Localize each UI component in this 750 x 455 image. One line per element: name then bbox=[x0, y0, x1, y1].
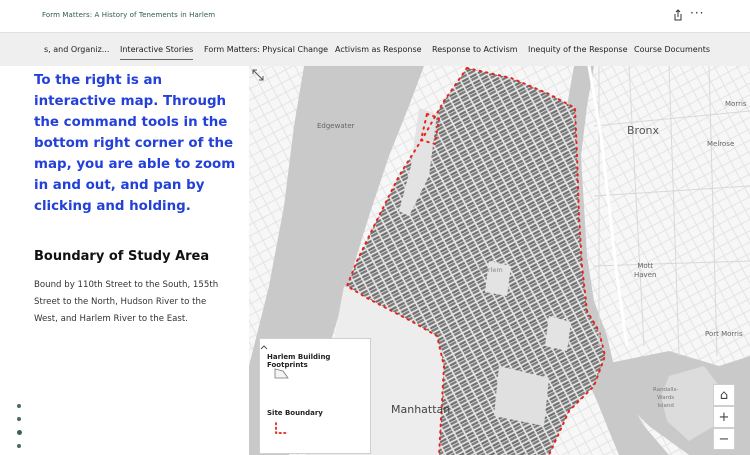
zoom-out-button[interactable]: − bbox=[713, 428, 735, 450]
chevron-up-icon[interactable] bbox=[260, 344, 268, 350]
map-legend: Harlem Building Footprints Site Boundary bbox=[259, 338, 371, 454]
nav-item-activism-as-response[interactable]: Activism as Response bbox=[335, 45, 422, 54]
progress-dot-active[interactable] bbox=[17, 430, 22, 435]
nav-item-course-documents[interactable]: Course Documents bbox=[634, 45, 710, 54]
narrative-panel: To the right is an interactive map. Thro… bbox=[0, 66, 249, 455]
section-heading: Boundary of Study Area bbox=[34, 249, 210, 264]
legend-layer-footprints: Harlem Building Footprints bbox=[267, 353, 331, 369]
nav-item-organizing[interactable]: s, and Organiz... bbox=[44, 45, 109, 54]
zoom-in-button[interactable]: + bbox=[713, 406, 735, 428]
map-label-manhattan: Manhattan bbox=[391, 403, 451, 416]
map-label-randalls-island: Randalls- Wards Island bbox=[653, 387, 679, 409]
map-label-mott-haven: Mott Haven bbox=[634, 262, 657, 279]
boundary-swatch-icon bbox=[275, 422, 287, 434]
story-title[interactable]: Form Matters: A History of Tenements in … bbox=[42, 11, 215, 19]
progress-dot[interactable] bbox=[17, 417, 21, 421]
progress-dots bbox=[17, 404, 22, 455]
fullscreen-icon[interactable] bbox=[249, 66, 267, 84]
nav-item-inequity-of-response[interactable]: Inequity of the Response bbox=[528, 45, 627, 54]
progress-dot[interactable] bbox=[17, 444, 21, 448]
home-button[interactable]: ⌂ bbox=[713, 384, 735, 406]
story-navigation: s, and Organiz... Interactive Stories Fo… bbox=[0, 32, 750, 66]
nav-item-response-to-activism[interactable]: Response to Activism bbox=[432, 45, 518, 54]
boundary-description: Bound by 110th Street to the South, 155t… bbox=[34, 280, 219, 324]
map-label-bronx: Bronx bbox=[627, 124, 660, 137]
interactive-map[interactable]: Edgewater Bronx Melrose Morris Mott Have… bbox=[249, 66, 750, 455]
map-label-edgewater: Edgewater bbox=[317, 122, 355, 130]
map-label-port-morris: Port Morris bbox=[705, 330, 743, 338]
intro-text: To the right is an interactive map. Thro… bbox=[34, 73, 236, 214]
app-header: Form Matters: A History of Tenements in … bbox=[0, 0, 750, 32]
nav-item-physical-change[interactable]: Form Matters: Physical Change bbox=[204, 45, 328, 54]
more-options-icon[interactable]: ··· bbox=[690, 6, 704, 20]
legend-layer-site-boundary: Site Boundary bbox=[267, 409, 323, 417]
map-label-morris: Morris bbox=[725, 100, 747, 108]
nav-item-interactive-stories[interactable]: Interactive Stories bbox=[120, 45, 194, 60]
map-label-harlem: Harlem bbox=[479, 266, 503, 274]
share-icon[interactable] bbox=[672, 8, 684, 22]
footprint-swatch-icon bbox=[274, 368, 289, 379]
progress-dot[interactable] bbox=[17, 404, 21, 408]
map-label-melrose: Melrose bbox=[707, 140, 735, 148]
